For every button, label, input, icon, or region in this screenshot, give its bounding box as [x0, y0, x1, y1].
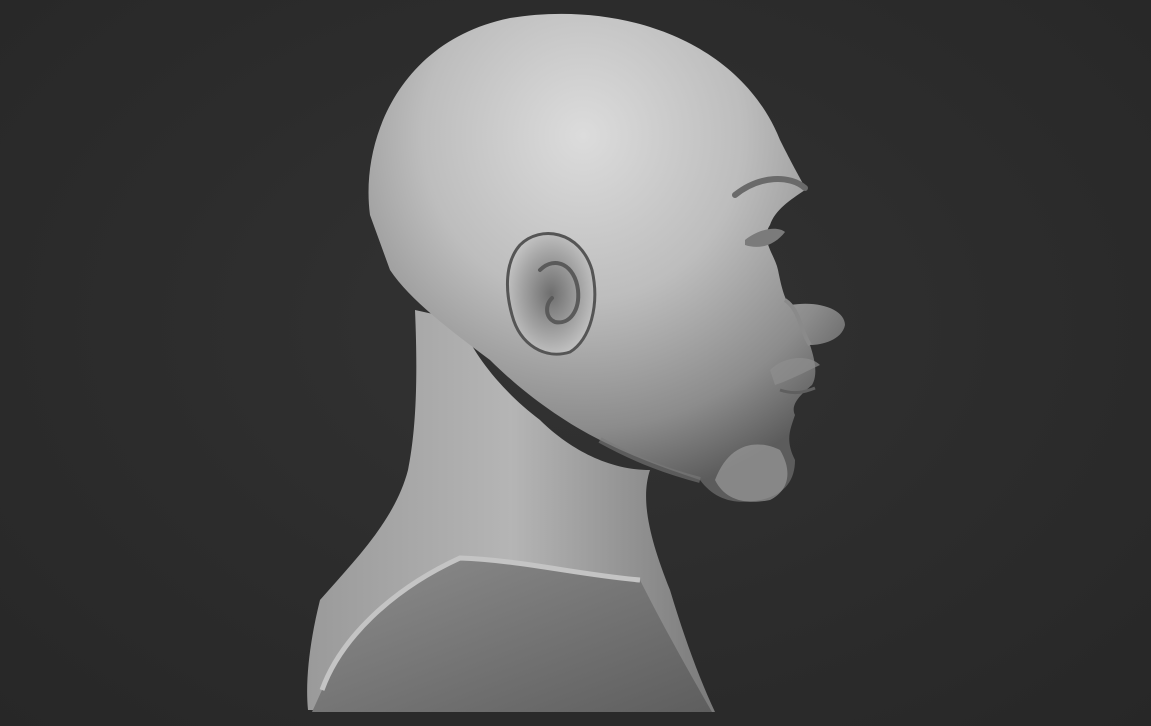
render-viewport — [0, 0, 1151, 726]
ear-shape — [506, 232, 597, 356]
bust-render — [307, 13, 845, 712]
